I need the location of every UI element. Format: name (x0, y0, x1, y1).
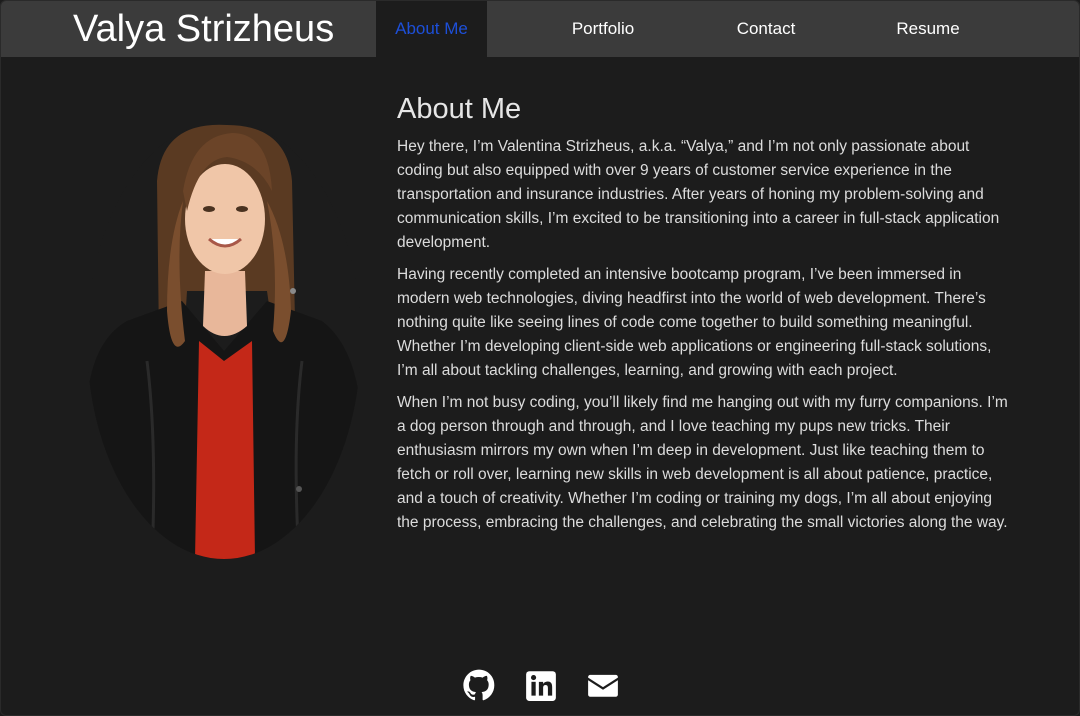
navbar: Valya Strizheus About Me Portfolio Conta… (1, 1, 1079, 57)
page-title: About Me (397, 93, 522, 125)
github-icon[interactable] (462, 667, 496, 703)
envelope-icon[interactable] (586, 667, 620, 703)
profile-photo (87, 121, 361, 559)
linkedin-icon[interactable] (524, 667, 558, 703)
about-paragraph: When I’m not busy coding, you’ll likely … (397, 394, 1008, 531)
about-content: Hey there, I’m Valentina Strizheus, a.k.… (397, 135, 1009, 543)
nav-contact[interactable]: Contact (716, 1, 816, 57)
about-paragraph: Having recently completed an intensive b… (397, 266, 992, 379)
nav-resume[interactable]: Resume (878, 1, 978, 57)
nav-about-me[interactable]: About Me (376, 1, 487, 57)
about-paragraph: Hey there, I’m Valentina Strizheus, a.k.… (397, 138, 1000, 251)
nav-portfolio[interactable]: Portfolio (550, 1, 656, 57)
social-links (1, 667, 1079, 705)
page: Valya Strizheus About Me Portfolio Conta… (0, 0, 1080, 716)
brand-name[interactable]: Valya Strizheus (73, 6, 334, 52)
